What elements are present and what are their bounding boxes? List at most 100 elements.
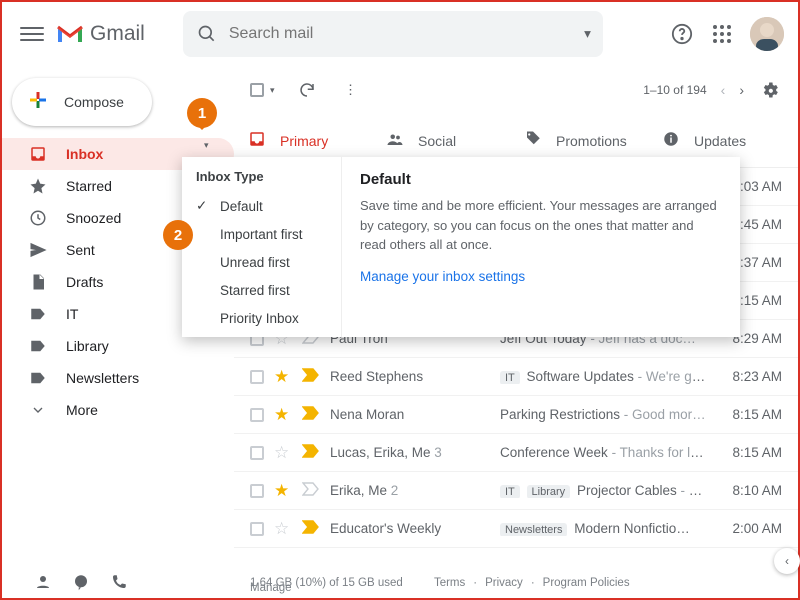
importance-marker-icon[interactable] bbox=[302, 520, 320, 534]
select-all-checkbox[interactable] bbox=[250, 83, 264, 97]
help-icon[interactable] bbox=[670, 22, 694, 46]
option-label: Important first bbox=[220, 227, 303, 242]
manage-storage-link[interactable]: Manage bbox=[250, 582, 292, 594]
inbox-type-option[interactable]: Starred first bbox=[182, 276, 341, 304]
promotions-tab-icon bbox=[524, 130, 542, 151]
label-icon bbox=[28, 304, 48, 324]
account-avatar[interactable] bbox=[750, 17, 784, 51]
importance-marker-icon[interactable] bbox=[302, 406, 320, 420]
inbox-type-option[interactable]: ✓Default bbox=[182, 192, 341, 220]
sidebar-item-newsletters[interactable]: Newsletters bbox=[2, 362, 234, 394]
inbox-icon bbox=[28, 144, 48, 164]
contact-icon[interactable] bbox=[34, 573, 52, 594]
brand-text: Gmail bbox=[90, 22, 145, 46]
sidebar-item-label: Drafts bbox=[66, 274, 103, 290]
mail-row[interactable]: ☆Educator's WeeklyNewsletters Modern Non… bbox=[234, 510, 798, 548]
subject: IT Library Projector Cables - M… bbox=[500, 483, 706, 498]
apps-icon[interactable] bbox=[710, 22, 734, 46]
callout-1: 1 bbox=[187, 98, 217, 128]
row-checkbox[interactable] bbox=[250, 484, 264, 498]
prev-page-icon[interactable]: ‹ bbox=[721, 82, 726, 98]
more-icon bbox=[28, 400, 48, 420]
tab-label: Updates bbox=[694, 133, 746, 149]
label-tag: Library bbox=[527, 485, 571, 498]
option-label: Priority Inbox bbox=[220, 311, 299, 326]
pagination-range: 1–10 of 194 bbox=[643, 83, 706, 97]
social-tab-icon bbox=[386, 130, 404, 151]
label-tag: IT bbox=[500, 485, 520, 498]
refresh-icon[interactable] bbox=[295, 78, 319, 102]
policies-link[interactable]: Program Policies bbox=[543, 577, 630, 589]
sidebar-item-label: Starred bbox=[66, 178, 112, 194]
sidebar-item-label: IT bbox=[66, 306, 78, 322]
next-page-icon[interactable]: › bbox=[739, 82, 744, 98]
mail-row[interactable]: ★Reed StephensIT Software Updates - We'r… bbox=[234, 358, 798, 396]
search-bar[interactable]: ▾ bbox=[183, 11, 603, 57]
mail-row[interactable]: ☆Lucas, Erika, Me 3 Conference Week - Th… bbox=[234, 434, 798, 472]
compose-button[interactable]: Compose bbox=[12, 78, 152, 126]
search-input[interactable] bbox=[229, 25, 574, 43]
more-icon[interactable]: ⋮ bbox=[339, 78, 363, 102]
sender: Erika, Me 2 bbox=[330, 483, 490, 498]
search-options-dropdown-icon[interactable]: ▾ bbox=[584, 26, 591, 42]
mail-row[interactable]: ★ Erika, Me 2 IT Library Projector Cables … bbox=[234, 472, 798, 510]
timestamp: 8:10 AM bbox=[716, 483, 782, 498]
inbox-type-option[interactable]: Important first bbox=[182, 220, 341, 248]
side-panel-toggle-icon[interactable]: ‹ bbox=[774, 548, 800, 574]
star-icon[interactable]: ☆ bbox=[274, 519, 292, 539]
row-checkbox[interactable] bbox=[250, 446, 264, 460]
inbox-type-option[interactable]: Priority Inbox bbox=[182, 304, 341, 332]
star-icon[interactable]: ★ bbox=[274, 481, 292, 501]
phone-icon[interactable] bbox=[110, 573, 128, 594]
star-icon[interactable]: ☆ bbox=[274, 443, 292, 463]
search-icon[interactable] bbox=[195, 22, 219, 46]
draft-icon bbox=[28, 272, 48, 292]
timestamp: 8:15 AM bbox=[716, 445, 782, 460]
option-label: Default bbox=[220, 199, 263, 214]
row-checkbox[interactable] bbox=[250, 522, 264, 536]
gmail-m-icon bbox=[56, 23, 84, 45]
settings-gear-icon[interactable] bbox=[758, 78, 782, 102]
main-menu-icon[interactable] bbox=[20, 22, 44, 46]
star-icon[interactable]: ★ bbox=[274, 405, 292, 425]
gmail-logo[interactable]: Gmail bbox=[56, 22, 145, 46]
sidebar-footer bbox=[2, 568, 234, 598]
row-checkbox[interactable] bbox=[250, 370, 264, 384]
timestamp: 2:00 AM bbox=[716, 521, 782, 536]
sender: Nena Moran bbox=[330, 407, 490, 422]
label-tag: IT bbox=[500, 371, 520, 384]
sidebar-item-label: Snoozed bbox=[66, 210, 121, 226]
clock-icon bbox=[28, 208, 48, 228]
timestamp: 8:23 AM bbox=[716, 369, 782, 384]
callout-2: 2 bbox=[163, 220, 193, 250]
mail-toolbar: ▾ ⋮ 1–10 of 194 ‹ › bbox=[234, 66, 798, 114]
hangouts-icon[interactable] bbox=[72, 573, 90, 594]
inbox-type-options: Inbox Type ✓DefaultImportant firstUnread… bbox=[182, 157, 342, 337]
importance-marker-icon[interactable] bbox=[302, 444, 320, 458]
sender: Educator's Weekly bbox=[330, 521, 490, 536]
timestamp: 8:15 AM bbox=[716, 407, 782, 422]
terms-link[interactable]: Terms bbox=[434, 577, 465, 589]
panel-body: Save time and be more efficient. Your me… bbox=[360, 196, 722, 255]
inbox-type-description: Default Save time and be more efficient.… bbox=[342, 157, 740, 337]
sidebar-item-more[interactable]: More bbox=[2, 394, 234, 426]
tab-label: Promotions bbox=[556, 133, 627, 149]
option-label: Unread first bbox=[220, 255, 290, 270]
mail-row[interactable]: ★ Nena Moran Parking Restrictions - Good … bbox=[234, 396, 798, 434]
row-checkbox[interactable] bbox=[250, 408, 264, 422]
plus-icon bbox=[26, 88, 50, 116]
footer: 1.64 GB (10%) of 15 GB used Terms· Priva… bbox=[234, 568, 798, 598]
importance-marker-icon[interactable] bbox=[302, 482, 320, 496]
subject: Parking Restrictions - Good mor… bbox=[500, 407, 706, 422]
privacy-link[interactable]: Privacy bbox=[485, 577, 523, 589]
inbox-dropdown-icon[interactable]: ▾ bbox=[204, 140, 209, 151]
star-icon[interactable]: ★ bbox=[274, 367, 292, 387]
manage-inbox-settings-link[interactable]: Manage your inbox settings bbox=[360, 269, 525, 284]
panel-title: Default bbox=[360, 171, 722, 188]
importance-marker-icon[interactable] bbox=[302, 368, 320, 382]
sidebar-item-label: Inbox bbox=[66, 146, 103, 162]
inbox-type-option[interactable]: Unread first bbox=[182, 248, 341, 276]
star-icon bbox=[28, 176, 48, 196]
select-dropdown-icon[interactable]: ▾ bbox=[270, 85, 275, 96]
sidebar-item-label: Newsletters bbox=[66, 370, 139, 386]
